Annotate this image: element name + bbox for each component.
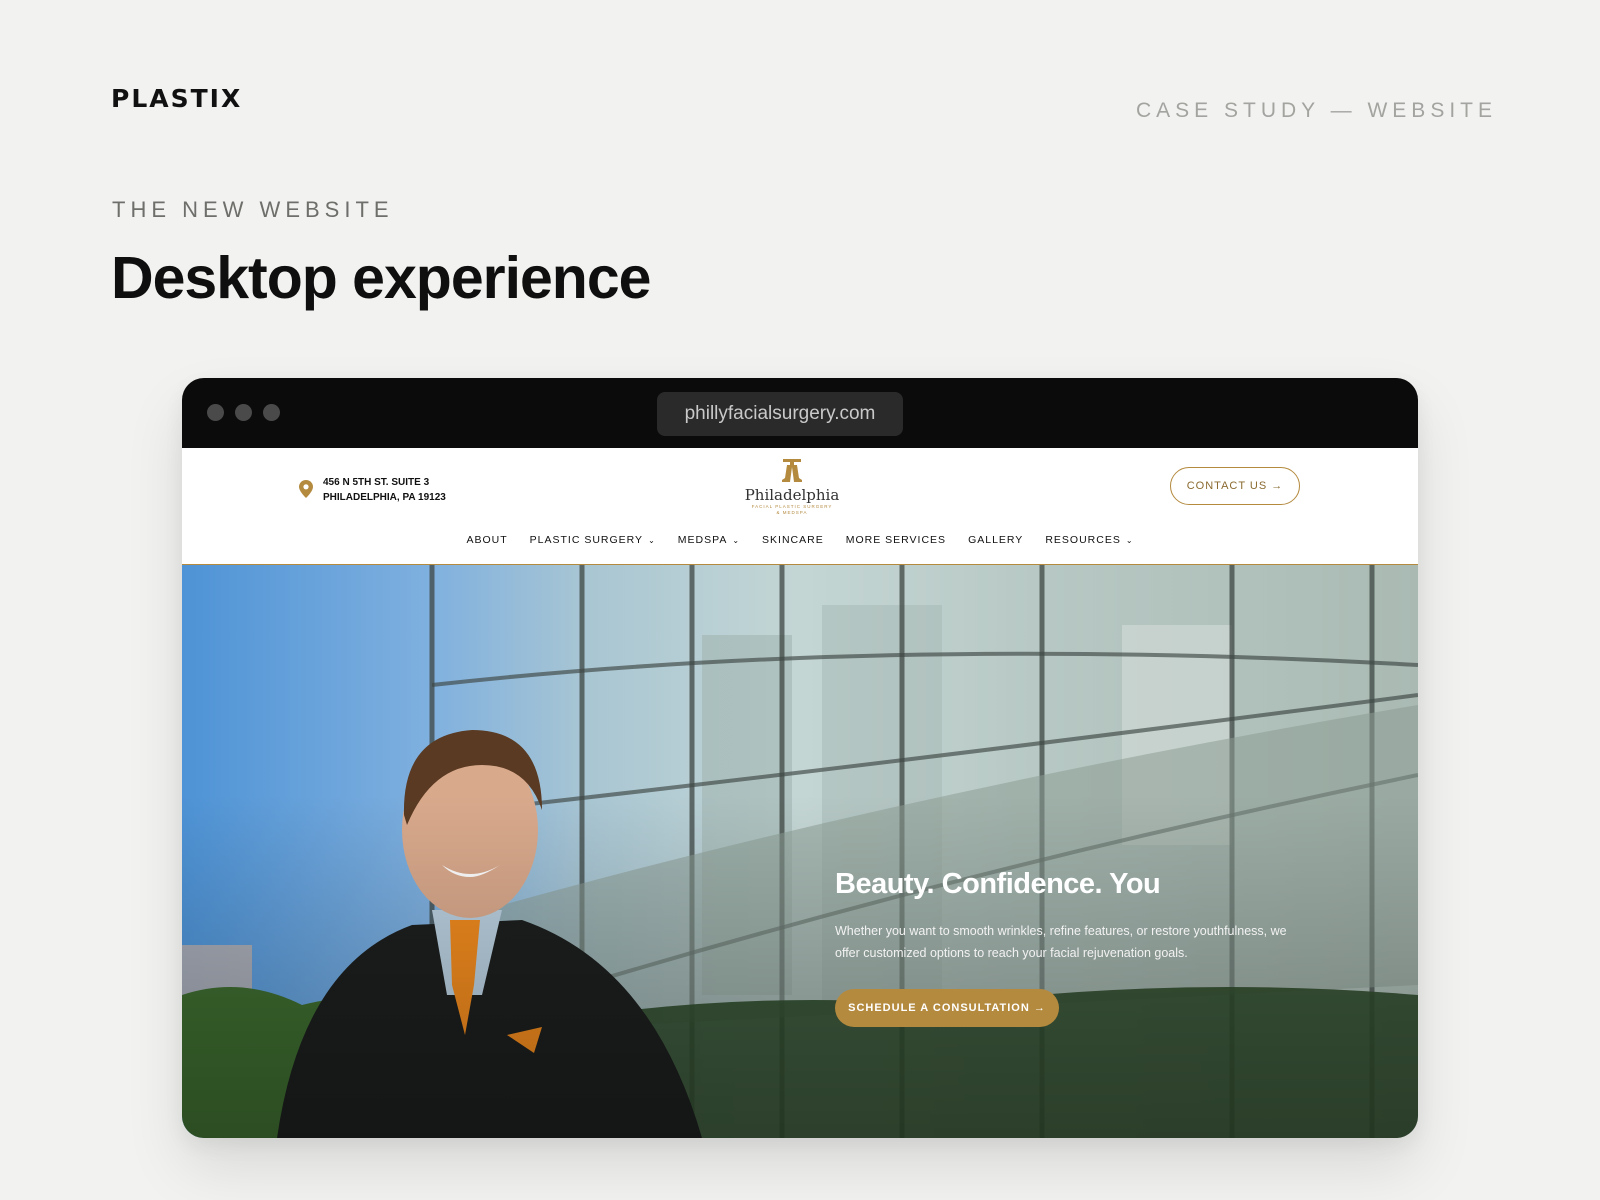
window-maximize-dot[interactable] [263,404,280,421]
case-study-label: CASE STUDY — WEBSITE [1136,99,1497,122]
hero-description: Whether you want to smooth wrinkles, ref… [835,924,1287,960]
logo-subtitle-2: & MEDSPA [776,510,808,515]
chevron-down-icon: ⌄ [648,536,656,545]
address-line-2: PHILADELPHIA, PA 19123 [323,492,446,503]
nav-item-medspa[interactable]: MEDSPA ⌄ [678,534,740,546]
nav-label: PLASTIC SURGERY [529,534,644,546]
address-line-1: 456 N 5TH ST. SUITE 3 [323,477,430,488]
location-pin-icon [299,480,313,498]
hero-overlay [182,565,1418,1138]
window-close-dot[interactable] [207,404,224,421]
nav-item-plastic-surgery[interactable]: PLASTIC SURGERY ⌄ [530,534,656,546]
site-address: 456 N 5TH ST. SUITE 3 PHILADELPHIA, PA 1… [323,475,446,505]
nav-item-more-services[interactable]: MORE SERVICES [846,534,946,546]
nav-label: MORE SERVICES [845,534,947,546]
nav-label: RESOURCES [1045,534,1121,546]
nav-label: SKINCARE [762,534,824,546]
nav-item-gallery[interactable]: GALLERY [968,534,1023,546]
site-logo[interactable]: Philadelphia FACIAL PLASTIC SURGERY & ME… [742,458,842,516]
schedule-consultation-button[interactable]: SCHEDULE A CONSULTATION → [835,989,1059,1027]
hero-title: Beauty. Confidence. You [835,868,1161,900]
browser-window: phillyfacialsurgery.com 456 N 5TH ST. SU… [182,378,1418,1138]
chevron-down-icon: ⌄ [732,536,741,545]
hero-section: Beauty. Confidence. You Whether you want… [182,565,1418,1138]
contact-us-button[interactable]: CONTACT US → [1170,467,1300,505]
address-bar[interactable]: phillyfacialsurgery.com [657,392,903,436]
site-header: 456 N 5TH ST. SUITE 3 PHILADELPHIA, PA 1… [182,448,1418,565]
site-nav: ABOUT PLASTIC SURGERY ⌄ MEDSPA ⌄ SKINCARE … [182,534,1418,546]
browser-toolbar: phillyfacialsurgery.com [182,378,1418,448]
section-eyebrow: THE NEW WEBSITE [112,197,394,222]
brand-logo: PLASTIX [111,84,243,113]
page-title: Desktop experience [111,245,651,311]
chevron-down-icon: ⌄ [1125,536,1134,545]
nav-item-about[interactable]: ABOUT [466,534,507,546]
nav-item-resources[interactable]: RESOURCES ⌄ [1045,534,1133,546]
nav-label: MEDSPA [677,534,728,546]
nav-label: ABOUT [466,534,508,546]
window-minimize-dot[interactable] [235,404,252,421]
nav-label: GALLERY [968,534,1024,546]
nav-item-skincare[interactable]: SKINCARE [762,534,824,546]
logo-name: Philadelphia [744,486,840,504]
liberty-bell-icon [782,459,802,482]
